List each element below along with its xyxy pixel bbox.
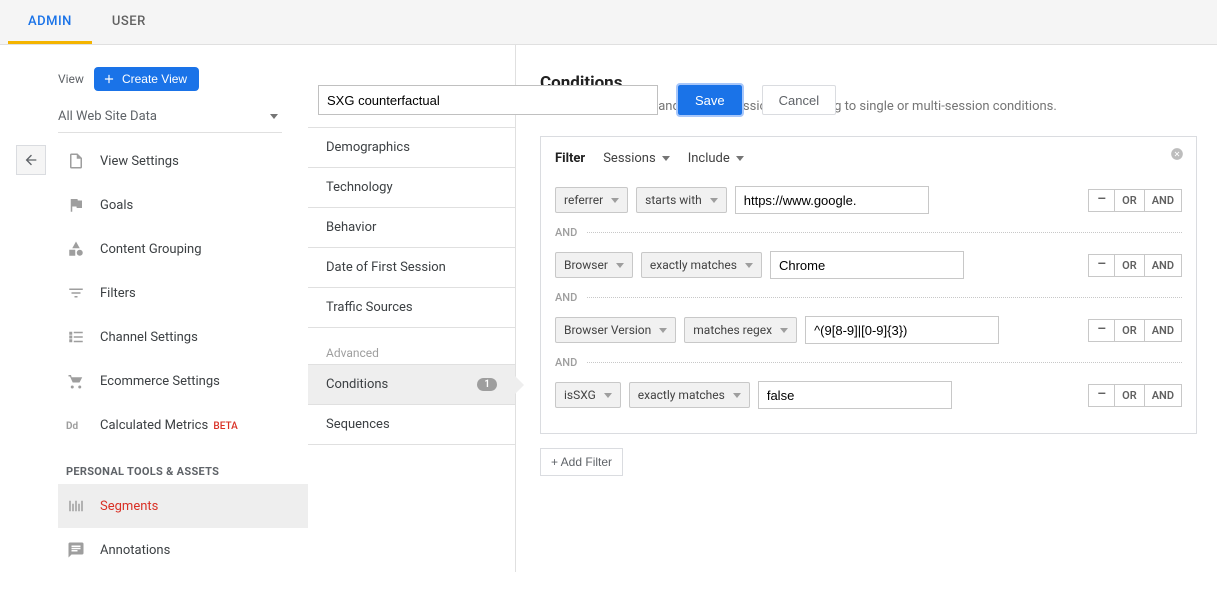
dimension-dropdown[interactable]: Browser: [555, 252, 633, 278]
value-input[interactable]: [805, 316, 999, 344]
caret-down-icon: [662, 156, 670, 161]
and-button[interactable]: AND: [1145, 319, 1182, 342]
remove-rule-button[interactable]: –: [1088, 189, 1115, 212]
funnel-icon: [66, 283, 86, 303]
and-separator: AND: [555, 356, 1182, 369]
document-icon: [66, 151, 86, 171]
sidebar-item-label: Content Grouping: [100, 242, 202, 257]
conditions-count-badge: 1: [477, 378, 497, 391]
mid-item-traffic-sources[interactable]: Traffic Sources: [308, 287, 515, 328]
sidebar-item-label: Ecommerce Settings: [100, 374, 220, 389]
tab-admin[interactable]: ADMIN: [8, 0, 92, 44]
match-dropdown[interactable]: matches regex: [684, 317, 797, 343]
mid-item-demographics[interactable]: Demographics: [308, 127, 515, 167]
view-label: View: [58, 72, 84, 86]
match-dropdown[interactable]: exactly matches: [641, 252, 762, 278]
and-separator: AND: [555, 226, 1182, 239]
tab-user[interactable]: USER: [92, 0, 166, 44]
match-dropdown[interactable]: starts with: [636, 187, 727, 213]
sidebar-item-label: Filters: [100, 286, 136, 301]
annotation-icon: [66, 540, 86, 560]
or-button[interactable]: OR: [1115, 189, 1145, 212]
segment-name-input[interactable]: [318, 85, 658, 115]
mid-item-label: Conditions: [326, 377, 388, 392]
caret-down-icon: [270, 114, 278, 119]
mid-item-first-session[interactable]: Date of First Session: [308, 247, 515, 287]
and-separator: AND: [555, 291, 1182, 304]
filter-box: Filter Sessions Include referrer starts …: [540, 136, 1197, 434]
sidebar-item-filters[interactable]: Filters: [58, 271, 308, 315]
sidebar-item-label: Calculated Metrics BETA: [100, 418, 238, 433]
scope-dropdown[interactable]: Sessions: [603, 151, 670, 166]
segments-icon: [66, 496, 86, 516]
grouping-icon: [66, 239, 86, 259]
sidebar-item-ecommerce-settings[interactable]: Ecommerce Settings: [58, 359, 308, 403]
sidebar-item-channel-settings[interactable]: Channel Settings: [58, 315, 308, 359]
arrow-left-icon: [23, 152, 39, 168]
and-button[interactable]: AND: [1145, 189, 1182, 212]
sidebar-item-label: Goals: [100, 198, 133, 213]
remove-rule-button[interactable]: –: [1088, 384, 1115, 407]
add-filter-button[interactable]: + Add Filter: [540, 448, 623, 476]
close-icon: [1170, 147, 1184, 161]
rule-row: Browser Version matches regex – OR AND: [555, 310, 1182, 350]
remove-rule-button[interactable]: –: [1088, 319, 1115, 342]
close-filter-button[interactable]: [1170, 147, 1186, 163]
caret-down-icon: [736, 156, 744, 161]
include-dropdown[interactable]: Include: [688, 151, 744, 166]
sidebar-item-calculated-metrics[interactable]: Dd Calculated Metrics BETA: [58, 403, 308, 447]
svg-text:Dd: Dd: [66, 421, 78, 432]
mid-item-conditions[interactable]: Conditions 1: [308, 364, 515, 404]
rule-row: referrer starts with – OR AND: [555, 180, 1182, 220]
back-button[interactable]: [16, 145, 46, 175]
flag-icon: [66, 195, 86, 215]
create-view-button[interactable]: Create View: [94, 67, 199, 91]
sidebar-item-segments[interactable]: Segments: [58, 484, 308, 528]
and-button[interactable]: AND: [1145, 384, 1182, 407]
mid-item-sequences[interactable]: Sequences: [308, 404, 515, 445]
mid-item-behavior[interactable]: Behavior: [308, 207, 515, 247]
cancel-button[interactable]: Cancel: [762, 85, 836, 115]
remove-rule-button[interactable]: –: [1088, 254, 1115, 277]
save-button[interactable]: Save: [678, 85, 742, 115]
sidebar-item-label: Segments: [100, 499, 158, 514]
sidebar-item-goals[interactable]: Goals: [58, 183, 308, 227]
sidebar-section-title: PERSONAL TOOLS & ASSETS: [58, 447, 308, 484]
match-dropdown[interactable]: exactly matches: [629, 382, 750, 408]
plus-icon: [102, 72, 116, 86]
sidebar-item-label: View Settings: [100, 154, 179, 169]
rule-row: isSXG exactly matches – OR AND: [555, 375, 1182, 415]
dimension-dropdown[interactable]: referrer: [555, 187, 628, 213]
or-button[interactable]: OR: [1115, 319, 1145, 342]
metrics-icon: Dd: [66, 415, 86, 435]
mid-section-advanced: Advanced: [308, 328, 515, 364]
filter-label: Filter: [555, 151, 585, 166]
view-select[interactable]: All Web Site Data: [58, 101, 282, 133]
dimension-dropdown[interactable]: Browser Version: [555, 317, 676, 343]
sidebar-item-view-settings[interactable]: View Settings: [58, 139, 308, 183]
create-view-label: Create View: [122, 72, 187, 86]
cart-icon: [66, 371, 86, 391]
view-select-value: All Web Site Data: [58, 109, 157, 124]
sidebar-item-label: Channel Settings: [100, 330, 198, 345]
sidebar-item-label: Annotations: [100, 543, 170, 558]
value-input[interactable]: [735, 186, 929, 214]
or-button[interactable]: OR: [1115, 254, 1145, 277]
value-input[interactable]: [758, 381, 952, 409]
or-button[interactable]: OR: [1115, 384, 1145, 407]
mid-item-technology[interactable]: Technology: [308, 167, 515, 207]
channel-icon: [66, 327, 86, 347]
and-button[interactable]: AND: [1145, 254, 1182, 277]
rule-row: Browser exactly matches – OR AND: [555, 245, 1182, 285]
value-input[interactable]: [770, 251, 964, 279]
dimension-dropdown[interactable]: isSXG: [555, 382, 621, 408]
sidebar-item-annotations[interactable]: Annotations: [58, 528, 308, 572]
sidebar-item-content-grouping[interactable]: Content Grouping: [58, 227, 308, 271]
